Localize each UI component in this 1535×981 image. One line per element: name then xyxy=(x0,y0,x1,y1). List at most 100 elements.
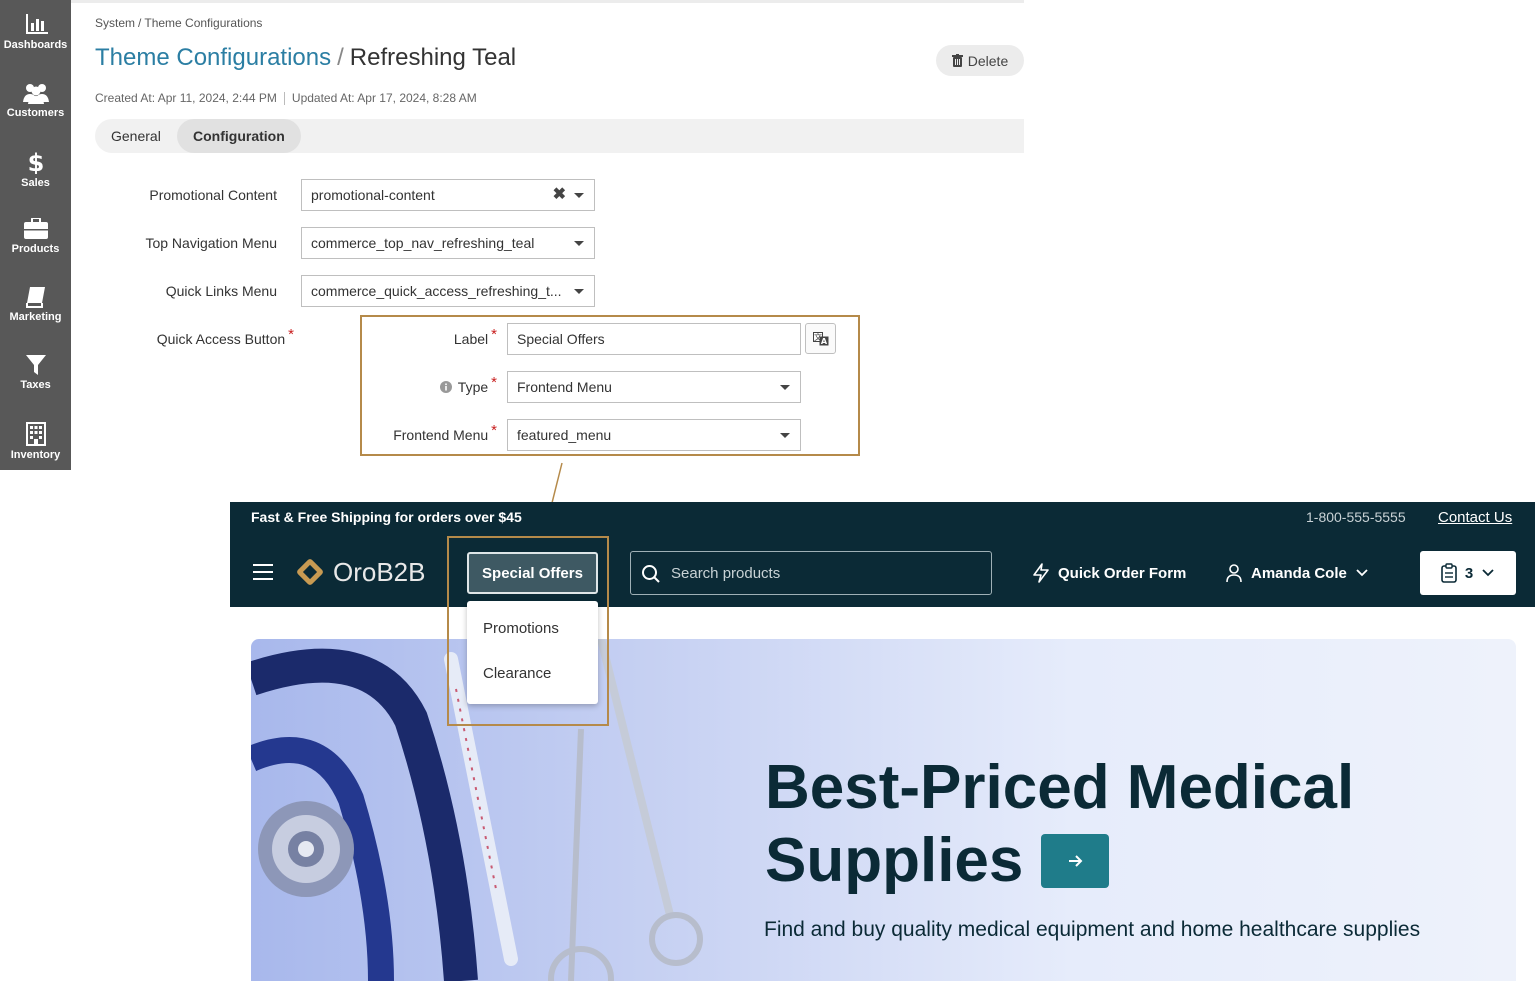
required-mark: * xyxy=(288,326,294,343)
frontend-menu-field-text: Frontend Menu xyxy=(393,427,489,443)
type-select[interactable]: Frontend Menu xyxy=(507,371,801,403)
admin-sidebar: Dashboards Customers $ Sales Products Ma… xyxy=(0,0,71,470)
hamburger-menu-icon[interactable] xyxy=(253,564,273,585)
label-input[interactable]: Special Offers xyxy=(507,323,801,355)
hero-title-line-1: Best-Priced Medical xyxy=(765,753,1355,822)
shopping-list-button[interactable]: 3 xyxy=(1420,551,1516,595)
hero-title-line-2: Supplies xyxy=(765,826,1024,895)
chevron-down-icon xyxy=(574,193,584,198)
updated-at: Updated At: Apr 17, 2024, 8:28 AM xyxy=(291,91,477,105)
quick-links-menu-label: Quick Links Menu xyxy=(165,283,277,299)
user-menu[interactable]: Amanda Cole xyxy=(1225,563,1369,583)
type-field-text: Type xyxy=(457,379,489,395)
promo-banner: Fast & Free Shipping for orders over $45 xyxy=(251,509,522,525)
breadcrumb-separator: / xyxy=(138,16,142,30)
sidebar-item-label: Dashboards xyxy=(3,39,68,51)
storefront-header: Fast & Free Shipping for orders over $45… xyxy=(230,502,1535,607)
hero-subtitle: Find and buy quality medical equipment a… xyxy=(764,918,1421,941)
lightning-icon xyxy=(1033,563,1049,583)
quick-order-form-label: Quick Order Form xyxy=(1058,564,1187,582)
created-at: Created At: Apr 11, 2024, 2:44 PM xyxy=(95,91,277,105)
promotional-content-select[interactable]: promotional-content ✖ xyxy=(301,179,595,211)
chevron-down-icon xyxy=(1482,569,1494,577)
sidebar-item-inventory[interactable]: Inventory xyxy=(0,408,71,476)
tabs-bar: General Configuration xyxy=(95,119,1024,153)
chevron-down-icon xyxy=(574,241,584,246)
trash-icon xyxy=(951,54,963,67)
user-name: Amanda Cole xyxy=(1251,564,1347,582)
sidebar-item-marketing[interactable]: Marketing xyxy=(0,272,71,340)
dollar-icon: $ xyxy=(28,150,44,174)
phone-number[interactable]: 1-800-555-5555 xyxy=(1306,509,1406,525)
info-icon[interactable] xyxy=(439,381,452,393)
frontend-menu-field-label: Frontend Menu * xyxy=(370,422,497,444)
frontend-menu-select[interactable]: featured_menu xyxy=(507,419,801,451)
briefcase-icon xyxy=(23,218,48,239)
type-value: Frontend Menu xyxy=(517,379,612,395)
promotional-content-value: promotional-content xyxy=(311,187,435,203)
cart-count: 3 xyxy=(1464,564,1474,582)
page-title: Theme Configurations / Refreshing Teal xyxy=(95,44,516,72)
label-field-text: Label xyxy=(453,331,489,347)
sidebar-item-label: Sales xyxy=(21,177,50,189)
sidebar-item-products[interactable]: Products xyxy=(0,204,71,272)
quick-links-menu-select[interactable]: commerce_quick_access_refreshing_t... xyxy=(301,275,595,307)
chevron-down-icon xyxy=(574,289,584,294)
hero-banner: Best-Priced Medical Supplies Find and bu… xyxy=(251,639,1516,981)
title-separator: / xyxy=(337,44,344,71)
search-placeholder: Search products xyxy=(671,565,781,582)
translations-button[interactable]: 文A xyxy=(805,323,836,354)
quick-links-menu-value: commerce_quick_access_refreshing_t... xyxy=(311,283,562,299)
delete-label: Delete xyxy=(967,52,1009,69)
store-logo[interactable]: OroB2B xyxy=(293,555,426,589)
sidebar-item-label: Customers xyxy=(6,107,65,119)
required-mark: * xyxy=(491,422,497,439)
required-mark: * xyxy=(491,374,497,391)
clear-icon[interactable]: ✖ xyxy=(553,180,566,210)
translate-icon: 文A xyxy=(812,331,828,346)
search-icon xyxy=(642,565,660,583)
arrow-right-icon xyxy=(1069,855,1083,867)
chevron-down-icon xyxy=(780,385,790,390)
svg-text:A: A xyxy=(820,337,827,346)
breadcrumb-theme-configurations[interactable]: Theme Configurations xyxy=(144,16,262,30)
contact-us-link[interactable]: Contact Us xyxy=(1438,509,1512,526)
top-navigation-menu-value: commerce_top_nav_refreshing_teal xyxy=(311,235,535,251)
filter-icon xyxy=(25,355,46,375)
delete-button[interactable]: Delete xyxy=(936,45,1024,76)
label-field-label: Label * xyxy=(370,326,497,348)
clipboard-icon xyxy=(1441,563,1457,583)
sidebar-item-customers[interactable]: Customers xyxy=(0,68,71,136)
sidebar-item-label: Taxes xyxy=(20,379,51,391)
hero-arrow-button[interactable] xyxy=(1041,834,1109,888)
quick-order-form-link[interactable]: Quick Order Form xyxy=(1032,563,1186,583)
search-input[interactable]: Search products xyxy=(630,551,992,595)
top-navigation-menu-select[interactable]: commerce_top_nav_refreshing_teal xyxy=(301,227,595,259)
tab-configuration[interactable]: Configuration xyxy=(177,119,301,153)
type-field-label: Type * xyxy=(370,374,497,396)
top-navigation-menu-label: Top Navigation Menu xyxy=(145,235,277,251)
logo-text: OroB2B xyxy=(333,556,426,587)
title-link[interactable]: Theme Configurations xyxy=(95,44,331,71)
tab-general[interactable]: General xyxy=(95,119,177,153)
svg-text:$: $ xyxy=(28,150,44,174)
bar-chart-icon xyxy=(25,14,48,34)
breadcrumb-system[interactable]: System xyxy=(95,16,135,30)
breadcrumb: System / Theme Configurations xyxy=(95,16,262,30)
record-meta: Created At: Apr 11, 2024, 2:44 PM Updated… xyxy=(95,91,477,106)
chevron-down-icon xyxy=(1356,569,1368,577)
title-entity-name: Refreshing Teal xyxy=(349,44,517,71)
logo-mark-icon xyxy=(297,559,323,585)
quick-access-button-text: Quick Access Button xyxy=(156,331,286,347)
frontend-menu-value: featured_menu xyxy=(517,427,612,443)
sidebar-item-label: Products xyxy=(11,243,60,255)
sidebar-item-dashboards[interactable]: Dashboards xyxy=(0,0,71,68)
building-icon xyxy=(25,422,46,446)
sidebar-item-label: Marketing xyxy=(9,311,62,323)
book-icon xyxy=(25,287,45,308)
sidebar-item-sales[interactable]: $ Sales xyxy=(0,136,71,204)
special-offers-highlight-box xyxy=(447,536,609,726)
sidebar-item-label: Inventory xyxy=(10,449,61,461)
sidebar-item-taxes[interactable]: Taxes xyxy=(0,340,71,408)
users-icon xyxy=(22,84,49,104)
